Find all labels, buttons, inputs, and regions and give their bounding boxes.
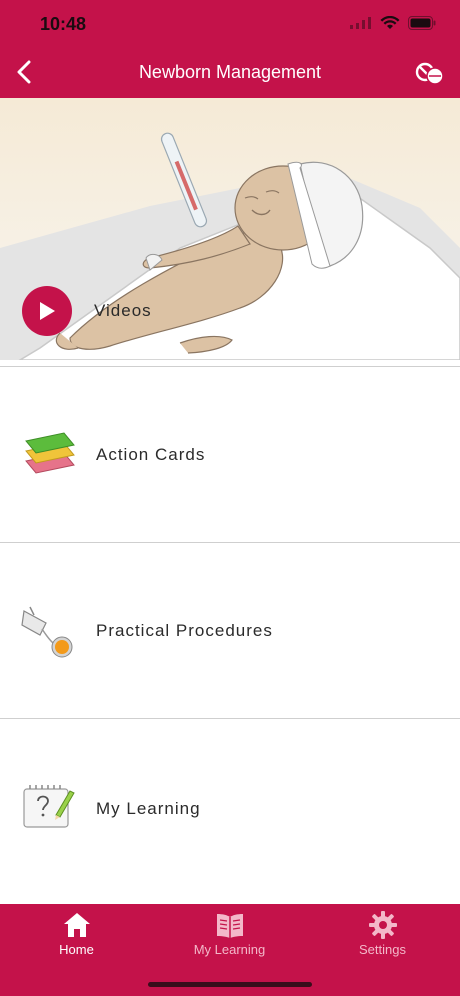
tab-label-settings: Settings: [359, 942, 406, 957]
menu-label-my-learning: My Learning: [96, 799, 201, 818]
menu-label-action-cards: Action Cards: [96, 445, 206, 464]
nav-bar: Newborn Management: [0, 48, 460, 98]
medications-button[interactable]: [414, 58, 446, 90]
tab-my-learning[interactable]: My Learning: [153, 904, 306, 974]
action-cards-icon: [25, 432, 75, 474]
procedure-device-icon: [21, 606, 73, 658]
play-icon: [40, 302, 55, 320]
menu-item-my-learning[interactable]: My Learning: [0, 718, 460, 894]
wifi-icon: [380, 16, 400, 29]
pills-icon: [415, 62, 444, 85]
videos-tile[interactable]: Videos: [0, 98, 460, 360]
battery-icon: [408, 16, 436, 30]
play-button[interactable]: [22, 286, 72, 336]
home-icon: [63, 913, 90, 937]
notepad-pencil-icon: [23, 785, 75, 828]
tab-home[interactable]: Home: [0, 904, 153, 974]
home-indicator: [148, 982, 312, 987]
book-icon: [216, 914, 243, 938]
menu-item-action-cards[interactable]: Action Cards: [0, 366, 460, 542]
tab-settings[interactable]: Settings: [306, 904, 459, 974]
menu-item-practical-procedures[interactable]: Practical Procedures: [0, 542, 460, 718]
gear-icon: [368, 911, 397, 939]
page-title: Newborn Management: [138, 62, 322, 82]
tab-label-my-learning: My Learning: [193, 942, 266, 957]
tab-bar: Home My Learning Settings: [0, 904, 460, 996]
tab-label-home: Home: [59, 942, 94, 957]
header: 10:48 Newborn Management: [0, 0, 460, 98]
videos-label: Videos: [94, 301, 152, 320]
status-bar: 10:48: [0, 0, 460, 48]
status-time: 10:48: [40, 14, 87, 34]
status-icons: [350, 16, 436, 30]
menu-label-practical-procedures: Practical Procedures: [96, 621, 273, 640]
signal-icon: [350, 17, 371, 29]
